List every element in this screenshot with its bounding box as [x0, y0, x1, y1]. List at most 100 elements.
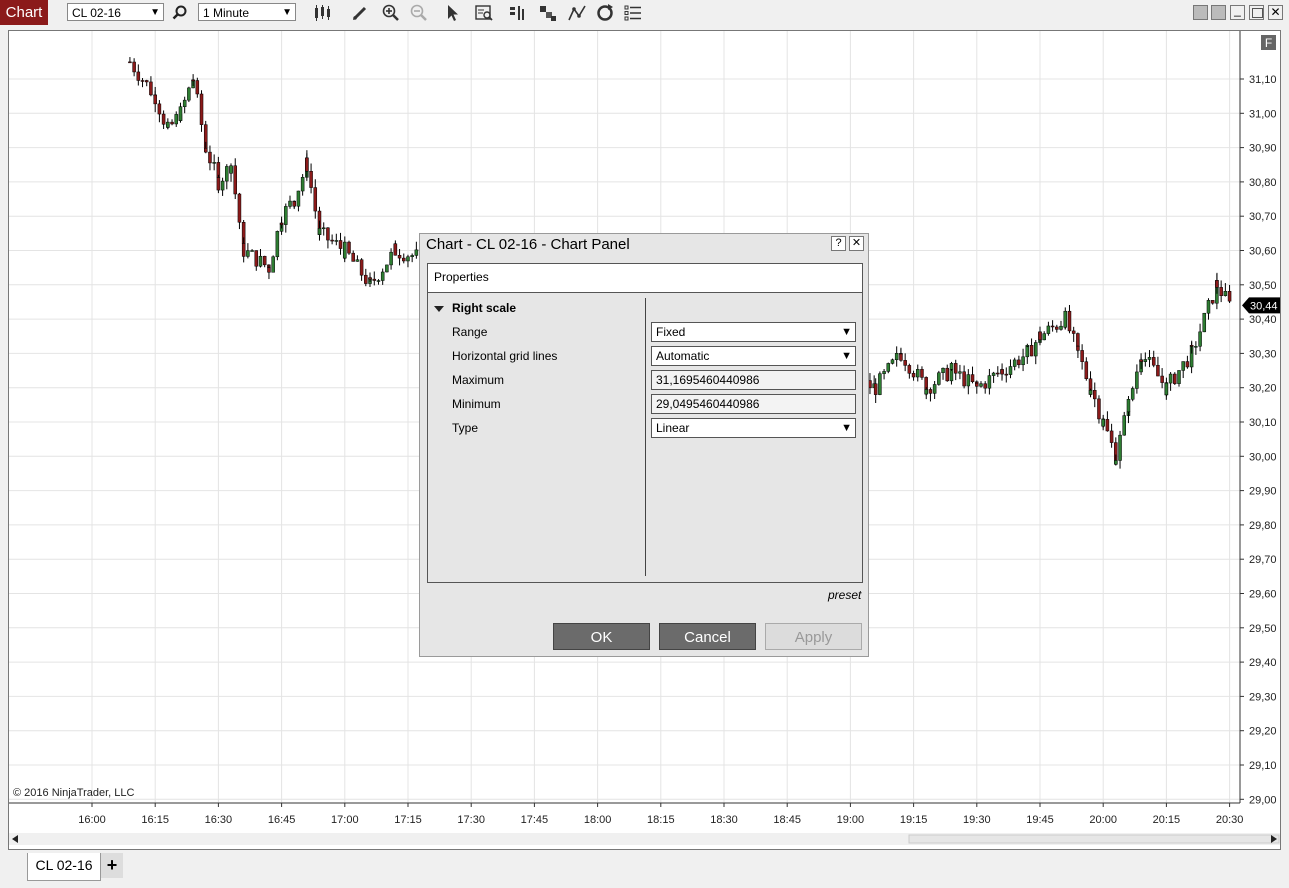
column-divider[interactable] [645, 298, 646, 576]
time-tick-label: 16:00 [78, 814, 106, 826]
chart-menu-button[interactable]: Chart [0, 0, 48, 25]
candle-body [1021, 356, 1025, 366]
candle-body [1076, 333, 1080, 347]
cursor-icon[interactable] [443, 3, 463, 23]
candle-body [1143, 359, 1148, 362]
chevron-down-icon: ▼ [282, 7, 292, 18]
indicators-icon[interactable] [508, 3, 528, 23]
candle-body [317, 228, 322, 235]
minimum-input[interactable]: 29,0495460440986 [651, 394, 856, 414]
properties-list-icon[interactable] [623, 3, 643, 23]
candle-body [414, 249, 419, 256]
strategies-icon[interactable] [538, 3, 558, 23]
pencil-icon[interactable] [350, 3, 370, 23]
candle-body [1025, 345, 1030, 347]
close-window-icon[interactable]: ✕ [1268, 5, 1283, 20]
candle-body [128, 61, 132, 64]
candle-body [1063, 310, 1068, 328]
search-icon[interactable] [170, 3, 190, 23]
candle-body [1122, 415, 1126, 436]
type-label: Type [452, 421, 479, 435]
collapse-triangle-icon[interactable] [434, 305, 444, 312]
price-tick-label: 30,10 [1249, 417, 1277, 429]
drawing-tools-icon[interactable] [567, 3, 587, 23]
candle-body [1151, 357, 1156, 366]
instrument-selector[interactable]: CL 02-16 ▼ [67, 3, 164, 21]
time-tick-label: 17:15 [394, 814, 422, 826]
price-tick-label: 29,90 [1249, 486, 1277, 498]
candle-body [195, 80, 200, 95]
candle-body [987, 375, 992, 389]
refresh-icon[interactable] [595, 3, 615, 23]
candle-body [229, 165, 233, 174]
link-window-button[interactable] [1211, 5, 1226, 20]
interval-selector[interactable]: 1 Minute ▼ [198, 3, 296, 21]
grid-lines-label: Horizontal grid lines [452, 349, 558, 363]
price-tick-label: 30,60 [1249, 246, 1277, 258]
zoom-in-icon[interactable] [381, 3, 401, 23]
candle-body [250, 250, 254, 252]
candle-body [284, 206, 288, 225]
candle-body [292, 201, 296, 207]
minimize-icon[interactable]: _ [1230, 4, 1245, 20]
time-tick-label: 20:00 [1089, 814, 1117, 826]
candle-body [911, 373, 916, 378]
grid-lines-select[interactable]: Automatic ▼ [651, 346, 856, 366]
price-tick-label: 30,50 [1249, 280, 1277, 292]
candle-body [1139, 359, 1143, 362]
candle-body [907, 365, 912, 374]
preset-link[interactable]: preset [828, 588, 861, 602]
maximum-input[interactable]: 31,1695460440986 [651, 370, 856, 390]
scrollbar-thumb[interactable] [908, 834, 1280, 844]
price-tick-label: 29,50 [1249, 623, 1277, 635]
candle-body [300, 177, 305, 192]
close-icon[interactable]: ✕ [849, 236, 864, 251]
candle-body [882, 371, 886, 374]
candle-body [330, 239, 334, 242]
price-tick-label: 30,30 [1249, 348, 1277, 360]
candle-body [983, 383, 987, 389]
time-tick-label: 18:45 [773, 814, 801, 826]
candle-body [220, 180, 225, 191]
ok-button[interactable]: OK [553, 623, 650, 650]
candle-body [949, 368, 954, 382]
candle-body [187, 87, 191, 101]
candle-body [372, 278, 377, 281]
apply-button[interactable]: Apply [765, 623, 862, 650]
bar-type-icon[interactable] [312, 3, 332, 23]
tab-cl-02-16[interactable]: CL 02-16 [27, 853, 101, 881]
price-tick-label: 30,00 [1249, 451, 1277, 463]
range-select[interactable]: Fixed ▼ [651, 322, 856, 342]
candle-body [246, 250, 250, 257]
section-right-scale[interactable]: Right scale [434, 301, 516, 315]
candle-body [890, 359, 895, 364]
candle-body [397, 254, 402, 259]
candle-body [267, 267, 271, 273]
data-box-icon[interactable] [474, 3, 494, 23]
candle-body [1198, 331, 1202, 347]
candle-body [1206, 300, 1211, 314]
candle-body [241, 243, 246, 257]
candle-body [233, 165, 237, 195]
candle-body [1160, 375, 1164, 383]
time-tick-label: 17:45 [521, 814, 549, 826]
candle-body [368, 277, 372, 280]
cancel-button[interactable]: Cancel [659, 623, 756, 650]
zoom-out-icon[interactable] [409, 3, 429, 23]
help-icon[interactable]: ? [831, 236, 846, 251]
tile-window-button[interactable] [1193, 5, 1208, 20]
candle-body [924, 389, 928, 395]
price-tick-label: 30,70 [1249, 211, 1277, 223]
candle-body [321, 227, 326, 230]
candle-body [873, 383, 878, 395]
maximize-icon[interactable] [1249, 5, 1264, 20]
candle-body [916, 369, 920, 378]
candle-body [1071, 330, 1076, 334]
candle-body [136, 71, 141, 81]
candle-body [1168, 373, 1173, 384]
candle-body [343, 241, 347, 259]
add-tab-button[interactable]: + [101, 853, 123, 878]
type-select[interactable]: Linear ▼ [651, 418, 856, 438]
copyright-label: © 2016 NinjaTrader, LLC [13, 787, 134, 799]
candle-body [199, 93, 204, 125]
